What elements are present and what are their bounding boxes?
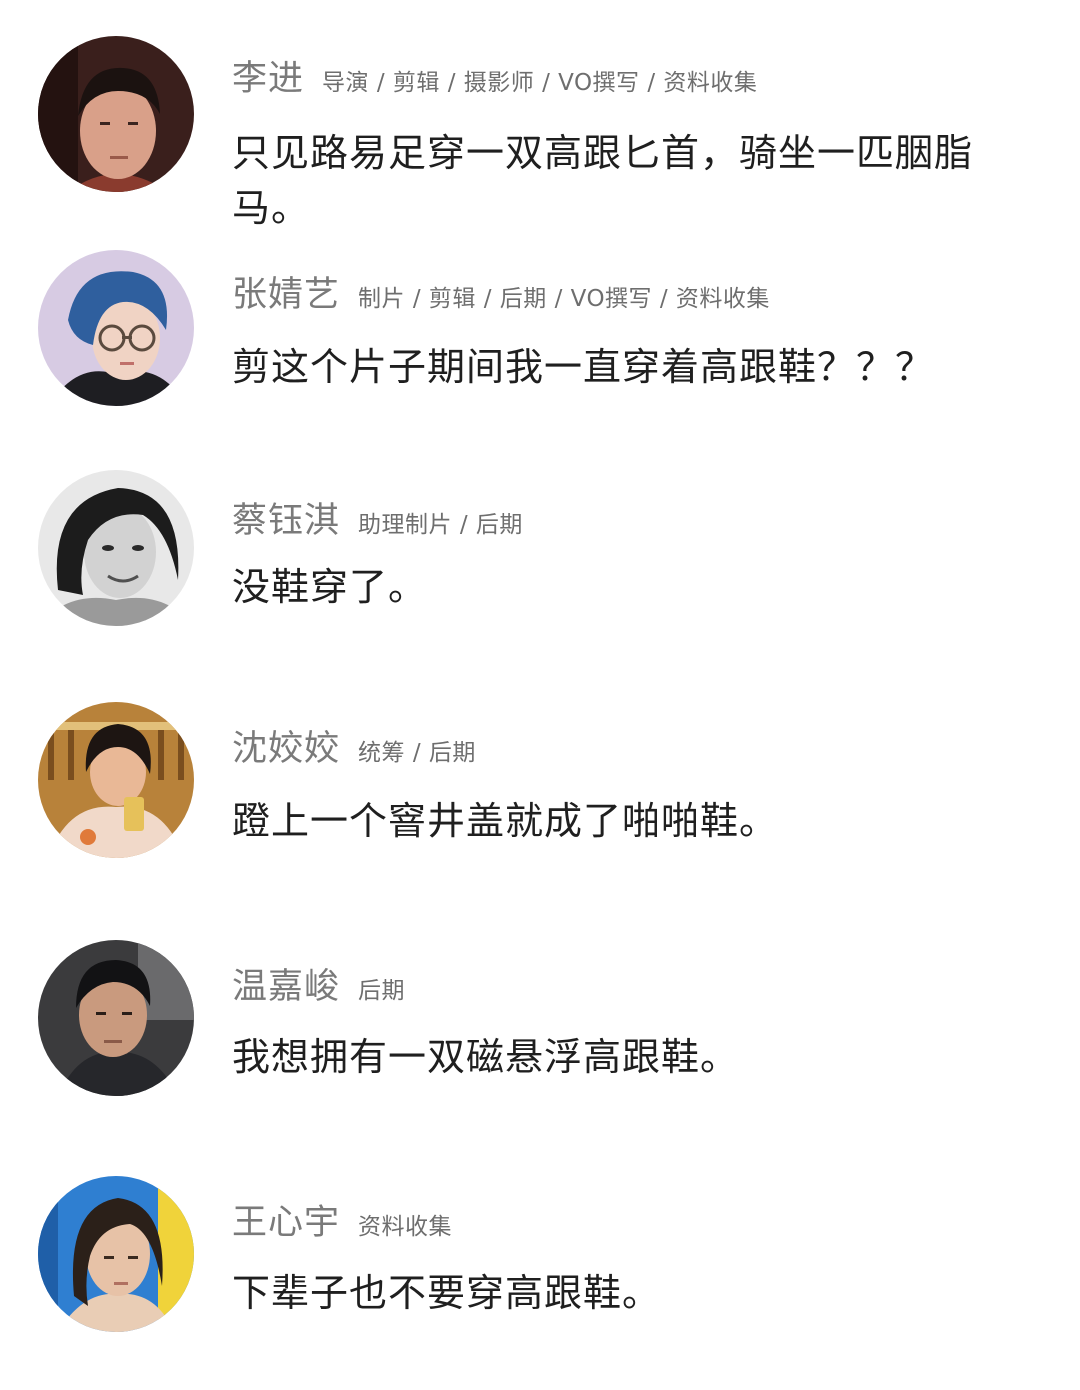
avatar[interactable] [38,702,194,858]
author-name: 张婧艺 [232,275,341,315]
author-roles: 资料收集 [358,1214,453,1240]
person-photo-icon [38,250,194,406]
avatar[interactable] [38,250,194,406]
author-roles: 统筹 / 后期 [358,740,476,766]
avatar[interactable] [38,1176,194,1332]
avatar[interactable] [38,470,194,626]
person-photo-icon [38,702,194,858]
author-roles: 导演 / 剪辑 / 摄影师 / VO撰写 / 资料收集 [322,70,758,96]
author-roles: 制片 / 剪辑 / 后期 / VO撰写 / 资料收集 [358,286,770,312]
comment-text: 没鞋穿了。 [232,565,428,609]
avatar[interactable] [38,36,194,192]
comment-text: 我想拥有一双磁悬浮高跟鞋。 [232,1035,740,1079]
author-name: 王心宇 [232,1203,341,1243]
author-roles: 后期 [358,978,406,1004]
author-name: 李进 [232,59,305,99]
comment-text: 蹬上一个窨井盖就成了啪啪鞋。 [232,799,779,843]
person-photo-icon [38,36,194,192]
author-name: 蔡钰淇 [232,501,341,541]
comment-text: 下辈子也不要穿高跟鞋。 [232,1271,662,1315]
comment-text: 剪这个片子期间我一直穿着高跟鞋？？？ [232,345,935,389]
avatar[interactable] [38,940,194,1096]
person-photo-icon [38,470,194,626]
author-name: 沈姣姣 [232,729,341,769]
author-name: 温嘉峻 [232,967,341,1007]
comment-text: 只见路易足穿一双高跟匕首，骑坐一匹胭脂马。 [232,131,974,230]
person-photo-icon [38,940,194,1096]
author-roles: 助理制片 / 后期 [358,512,523,538]
person-photo-icon [38,1176,194,1332]
